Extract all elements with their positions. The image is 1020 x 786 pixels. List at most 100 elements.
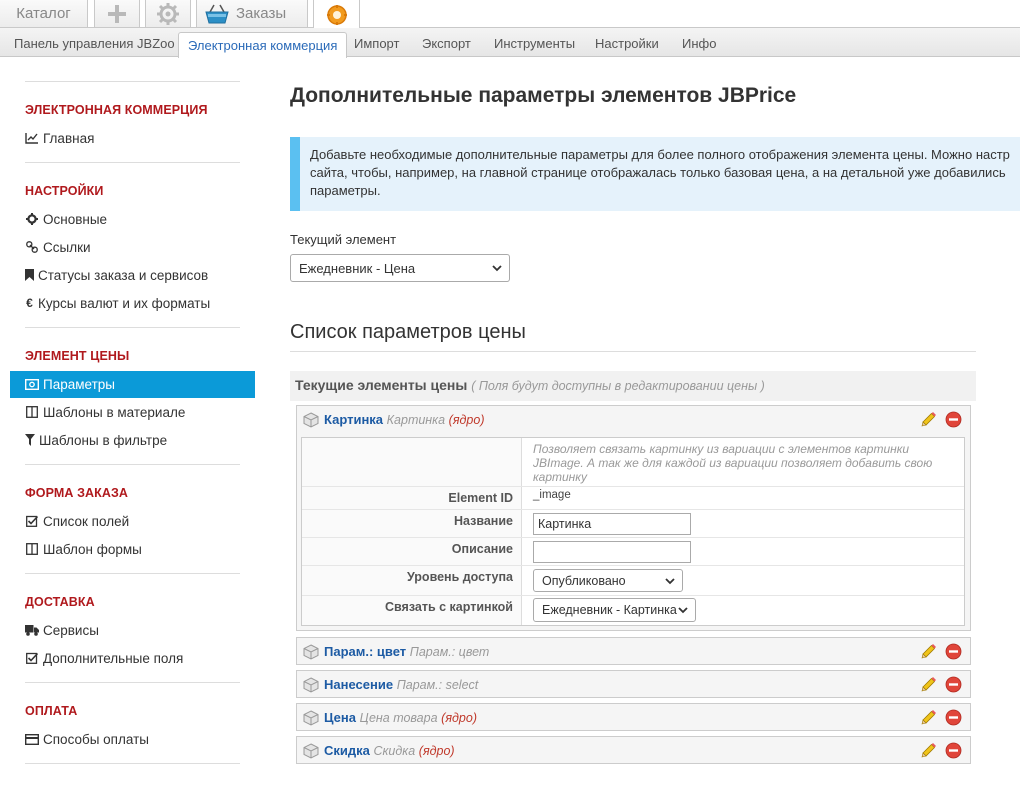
row-divider (302, 509, 964, 510)
pencil-icon[interactable] (920, 411, 937, 428)
cube-icon (303, 412, 319, 428)
jbzoo-logo-icon (326, 4, 347, 25)
sidebar-item-general[interactable]: Основные (25, 210, 107, 228)
sidebar-item-field-list[interactable]: Список полей (25, 512, 129, 530)
delete-icon[interactable] (945, 643, 962, 660)
cube-icon (303, 677, 319, 693)
row-divider (302, 486, 964, 487)
price-element-core: (ядро) (418, 744, 455, 758)
sidebar-item-label: Шаблон формы (43, 541, 142, 557)
row-divider (302, 565, 964, 566)
submenu-settings[interactable]: Настройки (595, 28, 659, 57)
submenu-tools[interactable]: Инструменты (494, 28, 575, 57)
truck-icon (25, 623, 39, 637)
sidebar-item-parameters[interactable]: Параметры (10, 371, 255, 398)
pencil-icon[interactable] (920, 676, 937, 693)
sidebar-item-label: Параметры (43, 377, 115, 392)
price-element-type: Скидка (373, 744, 416, 758)
submenu-import[interactable]: Импорт (354, 28, 399, 57)
gear-icon (157, 2, 179, 25)
sidebar-item-currencies[interactable]: € Курсы валют и их форматы (25, 294, 210, 312)
price-element-title: Цена (324, 710, 356, 725)
price-element-type: Цена товара (359, 711, 438, 725)
sidebar-heading-order-form: ФОРМА ЗАКАЗА (25, 486, 129, 500)
current-elements-subtitle: ( Поля будут доступны в редактировании ц… (471, 379, 765, 393)
access-label: Уровень доступа (407, 570, 513, 584)
sidebar-item-label: Главная (43, 130, 95, 146)
price-element-row[interactable]: Нанесение Парам.: select (296, 670, 971, 698)
sidebar-item-main[interactable]: Главная (25, 129, 94, 147)
sidebar-item-services[interactable]: Сервисы (25, 621, 99, 639)
link-image-select[interactable]: Ежедневник - Картинка (533, 598, 696, 622)
sidebar-heading-ecommerce: ЭЛЕКТРОННАЯ КОММЕРЦИЯ (25, 103, 208, 117)
sidebar-item-links[interactable]: Ссылки (25, 238, 91, 256)
sidebar-heading-price-element: ЭЛЕМЕНТ ЦЕНЫ (25, 349, 130, 363)
info-text-line: сайта, чтобы, например, на главной стран… (310, 165, 1006, 180)
section-title-price-params: Список параметров цены (290, 321, 526, 343)
price-element-name: Скидка Скидка (ядро) (324, 743, 455, 758)
delete-icon[interactable] (945, 742, 962, 759)
info-text-line: Добавьте необходимые дополнительные пара… (310, 147, 1010, 162)
sidebar-item-payment-methods[interactable]: Способы оплаты (25, 730, 149, 748)
sidebar-item-label: Ссылки (43, 239, 91, 255)
sidebar-item-extra-fields[interactable]: Дополнительные поля (25, 649, 183, 667)
plus-icon (108, 4, 126, 23)
sidebar-item-statuses[interactable]: Статусы заказа и сервисов (25, 266, 208, 284)
basket-icon (205, 4, 229, 23)
submenu-ecommerce[interactable]: Электронная коммерция (178, 32, 348, 58)
description-input[interactable] (533, 541, 691, 563)
pencil-icon[interactable] (920, 742, 937, 759)
name-input[interactable]: Картинка (533, 513, 691, 535)
tab-catalog[interactable]: Каталог (0, 0, 88, 28)
current-element-select[interactable]: Ежедневник - Цена (290, 254, 510, 282)
element-params-table: Позволяет связать картинку из вариации с… (301, 437, 965, 626)
tab-add[interactable] (94, 0, 140, 28)
row-divider (302, 537, 964, 538)
sidebar-item-form-template[interactable]: Шаблон формы (25, 540, 142, 558)
price-element-core: (ядро) (448, 413, 485, 427)
sidebar-item-label: Шаблоны в материале (43, 404, 186, 420)
access-value: Опубликовано (542, 573, 626, 588)
tab-jbzoo[interactable] (313, 0, 360, 29)
submenu-jbzoo-panel[interactable]: Панель управления JBZoo (14, 28, 175, 57)
sidebar-divider (25, 327, 240, 328)
delete-icon[interactable] (945, 676, 962, 693)
sidebar-item-label: Основные (43, 211, 108, 227)
info-text-line: параметры. (310, 183, 381, 198)
access-select[interactable]: Опубликовано (533, 569, 683, 592)
link-icon (25, 240, 39, 254)
submenu-export[interactable]: Экспорт (422, 28, 471, 57)
params-label-column (302, 438, 522, 625)
columns-icon (25, 405, 39, 419)
sidebar-heading-payment: ОПЛАТА (25, 704, 78, 718)
cube-icon (303, 644, 319, 660)
price-element-row[interactable]: Скидка Скидка (ядро) (296, 736, 971, 764)
price-element-row[interactable]: Картинка Картинка (ядро) Позволяет связа… (296, 405, 971, 631)
pencil-icon[interactable] (920, 643, 937, 660)
submenu-info[interactable]: Инфо (682, 28, 716, 57)
delete-icon[interactable] (945, 411, 962, 428)
price-element-type: Парам.: цвет (409, 645, 490, 659)
tab-settings[interactable] (145, 0, 191, 28)
money-icon (25, 378, 39, 392)
tab-orders[interactable]: Заказы (196, 0, 308, 28)
price-element-row[interactable]: Парам.: цвет Парам.: цвет (296, 637, 971, 665)
info-text: Добавьте необходимые дополнительные пара… (310, 146, 1020, 200)
delete-icon[interactable] (945, 709, 962, 726)
columns-icon (25, 542, 39, 556)
current-elements-bar: Текущие элементы цены ( Поля будут досту… (290, 371, 976, 401)
check-square-icon (25, 651, 39, 665)
price-element-row[interactable]: Цена Цена товара (ядро) (296, 703, 971, 731)
sidebar-divider (25, 464, 240, 465)
sidebar-item-label: Список полей (43, 513, 130, 529)
sidebar-item-templates-filter[interactable]: Шаблоны в фильтре (25, 431, 167, 449)
sidebar-item-templates-material[interactable]: Шаблоны в материале (25, 403, 185, 421)
price-element-name: Картинка Картинка (ядро) (324, 412, 485, 427)
sidebar-item-label: Статусы заказа и сервисов (38, 267, 209, 283)
sidebar-item-label: Сервисы (43, 622, 99, 638)
current-elements-heading: Текущие элементы цены ( Поля будут досту… (295, 377, 765, 393)
pencil-icon[interactable] (920, 709, 937, 726)
price-element-name: Нанесение Парам.: select (324, 677, 478, 692)
page-title: Дополнительные параметры элементов JBPri… (290, 84, 797, 107)
sidebar-item-label: Курсы валют и их форматы (38, 295, 211, 311)
